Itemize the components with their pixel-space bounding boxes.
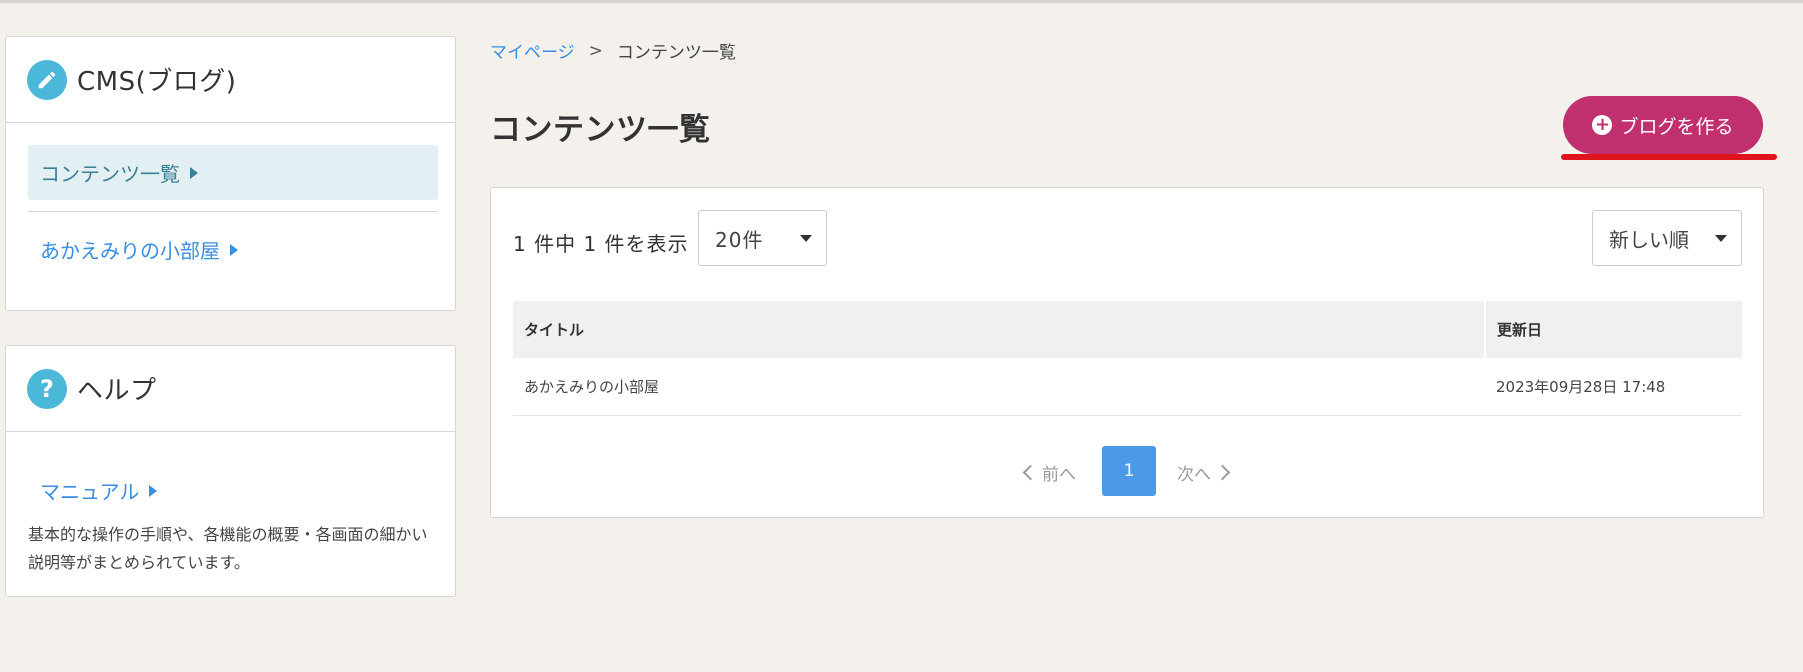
per-page-select[interactable]: 20件 — [698, 210, 827, 266]
column-header-title[interactable]: タイトル — [513, 301, 1485, 358]
sort-select[interactable]: 新しい順 — [1592, 210, 1742, 266]
table-header-row: タイトル 更新日 — [513, 301, 1742, 358]
pencil-icon — [27, 59, 67, 100]
cms-panel-title: CMS(ブログ) — [77, 67, 237, 97]
manual-link-label: マニュアル — [40, 480, 140, 504]
manual-link[interactable]: マニュアル — [28, 463, 438, 518]
pager-prev-label: 前へ — [1042, 465, 1076, 485]
result-count: 1 件中 1 件を表示 — [513, 232, 689, 256]
create-blog-button[interactable]: + ブログを作る — [1563, 96, 1763, 154]
breadcrumb: マイページ > コンテンツ一覧 — [490, 38, 736, 64]
pagination: 前へ 1 次へ — [491, 446, 1765, 496]
row-title[interactable]: あかえみりの小部屋 — [513, 358, 1485, 416]
content-list-panel: 1 件中 1 件を表示 20件 新しい順 タイトル 更新日 あかえみりの小部屋 … — [490, 187, 1764, 518]
help-panel-title: ヘルプ — [77, 376, 157, 406]
cms-panel: CMS(ブログ) コンテンツ一覧 あかえみりの小部屋 — [5, 36, 456, 311]
caret-right-icon — [190, 166, 198, 179]
plus-icon: + — [1592, 115, 1613, 135]
per-page-value: 20件 — [715, 227, 764, 252]
sidebar-divider — [28, 211, 438, 212]
sort-value: 新しい順 — [1609, 227, 1689, 252]
row-updated: 2023年09月28日 17:48 — [1485, 358, 1742, 416]
content-table: タイトル 更新日 あかえみりの小部屋 2023年09月28日 17:48 — [513, 301, 1742, 416]
help-panel-header: ? ヘルプ — [6, 346, 455, 432]
breadcrumb-home-link[interactable]: マイページ — [490, 38, 575, 63]
create-blog-button-label: ブログを作る — [1619, 115, 1734, 138]
help-description: 基本的な操作の手順や、各機能の概要・各画面の細かい説明等がまとめられています。 — [28, 525, 428, 572]
column-header-updated[interactable]: 更新日 — [1484, 301, 1742, 358]
breadcrumb-separator: > — [588, 40, 603, 61]
sidebar-item-label: コンテンツ一覧 — [40, 162, 180, 186]
chevron-down-icon — [800, 235, 812, 242]
caret-right-icon — [149, 484, 158, 497]
help-panel: ? ヘルプ マニュアル 基本的な操作の手順や、各機能の概要・各画面の細かい説明等… — [5, 345, 456, 597]
cms-panel-header: CMS(ブログ) — [6, 37, 455, 123]
table-row[interactable]: あかえみりの小部屋 2023年09月28日 17:48 — [513, 358, 1742, 416]
sidebar-item-blog[interactable]: あかえみりの小部屋 — [28, 222, 438, 277]
pager-page-current[interactable]: 1 — [1102, 446, 1156, 496]
sidebar-item-content-list[interactable]: コンテンツ一覧 — [28, 145, 438, 200]
top-border — [0, 0, 1803, 3]
pager-next-button[interactable]: 次へ — [1177, 460, 1231, 485]
breadcrumb-current: コンテンツ一覧 — [616, 43, 736, 63]
chevron-down-icon — [1715, 235, 1727, 242]
page-title: コンテンツ一覧 — [490, 112, 711, 148]
chevron-left-icon — [1022, 464, 1039, 481]
sidebar-item-label: あかえみりの小部屋 — [40, 239, 220, 263]
pager-next-label: 次へ — [1177, 465, 1211, 485]
pager-prev-button[interactable]: 前へ — [1022, 460, 1076, 485]
highlight-underline — [1561, 154, 1777, 160]
chevron-right-icon — [1214, 464, 1231, 481]
question-icon: ? — [27, 368, 67, 409]
caret-right-icon — [230, 243, 238, 256]
